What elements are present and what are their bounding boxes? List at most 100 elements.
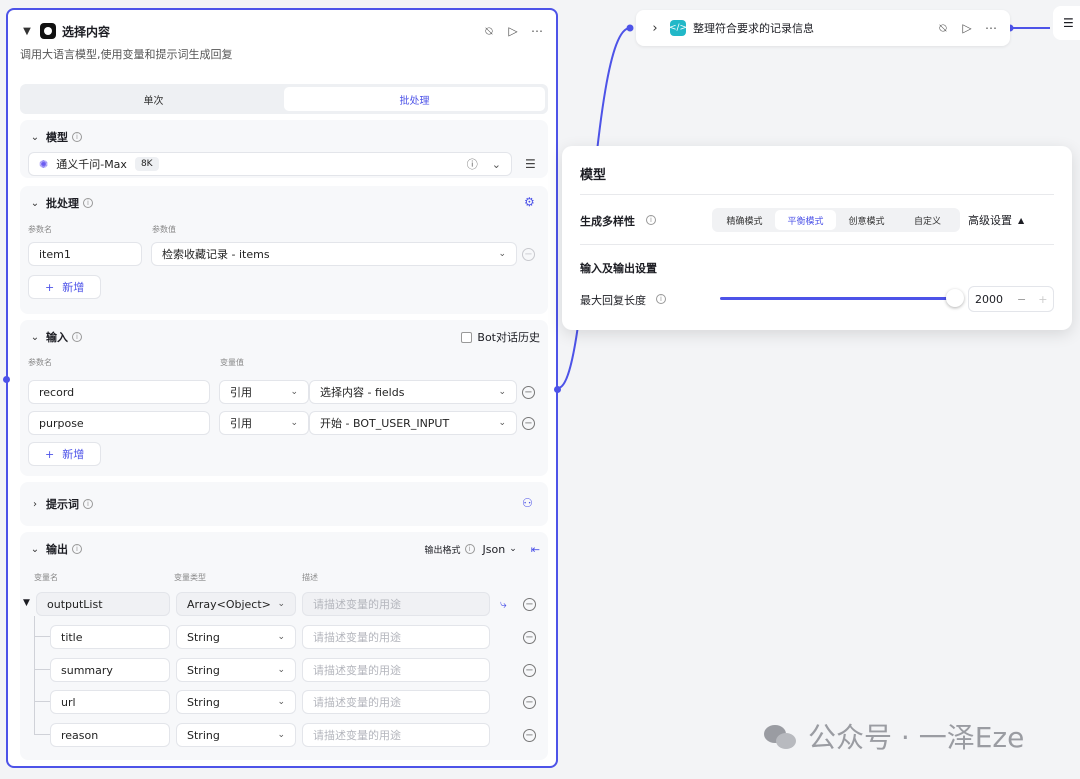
param-value-select[interactable]: 检索收藏记录 - items ⌄ <box>151 242 517 266</box>
add-param-button[interactable]: + 新增 <box>28 275 102 299</box>
more-icon[interactable]: ⋯ <box>530 24 544 39</box>
info-icon[interactable]: ⓘ <box>467 156 478 172</box>
output-root-desc[interactable]: 请描述变量的用途 <box>302 592 490 616</box>
max-length-value[interactable]: 2000 <box>975 293 1003 306</box>
plus-icon[interactable]: + <box>1038 293 1047 306</box>
mode-custom[interactable]: 自定义 <box>897 210 958 230</box>
collapse-chevron-icon[interactable]: ▼ <box>20 24 34 38</box>
chevron-down-icon[interactable]: ⌄ <box>28 542 42 556</box>
checkbox-icon[interactable] <box>461 331 473 343</box>
output-root-name[interactable]: outputList <box>36 592 170 616</box>
input-name-record[interactable]: record <box>28 380 210 404</box>
info-icon[interactable]: i <box>72 132 82 142</box>
ref-type-select[interactable]: 引用 ⌄ <box>219 411 309 435</box>
mode-creative[interactable]: 创意模式 <box>836 210 897 230</box>
mode-balanced[interactable]: 平衡模式 <box>775 210 836 230</box>
child-type-select[interactable]: String ⌄ <box>176 723 296 747</box>
chevron-down-icon[interactable]: ⌄ <box>28 196 42 210</box>
workflow-canvas[interactable]: ▼ 选择内容 ⍉ ▷ ⋯ 调用大语言模型,使用变量和提示词生成回复 单次 批处理… <box>0 0 1080 779</box>
chevron-down-icon[interactable]: ⌄ <box>28 130 42 144</box>
info-icon[interactable]: i <box>83 499 93 509</box>
model-section-header[interactable]: ⌄ 模型 i <box>28 128 540 146</box>
max-length-slider-track[interactable] <box>720 297 956 300</box>
child-name-title[interactable]: title <box>50 625 170 649</box>
input-name-purpose[interactable]: purpose <box>28 411 210 435</box>
add-input-button[interactable]: + 新增 <box>28 442 102 466</box>
remove-icon[interactable]: − <box>522 417 535 430</box>
model-select[interactable]: ✺ 通义千问-Max 8K ⓘ ⌄ <box>28 152 512 176</box>
max-length-slider-handle[interactable] <box>946 289 964 307</box>
input-port[interactable] <box>3 376 10 383</box>
info-icon[interactable]: i <box>72 332 82 342</box>
bell-off-icon[interactable]: ⍉ <box>482 24 496 39</box>
info-icon[interactable]: i <box>464 544 475 554</box>
remove-icon[interactable]: − <box>523 664 536 677</box>
param-name-input[interactable]: item1 <box>28 242 142 266</box>
more-icon[interactable]: ⋯ <box>984 21 998 36</box>
run-icon[interactable]: ▷ <box>506 24 520 39</box>
tab-single[interactable]: 单次 <box>23 87 284 111</box>
output-format-select[interactable]: Json ⌄ <box>483 543 517 556</box>
chevron-right-icon[interactable]: › <box>28 497 42 511</box>
add-child-icon[interactable]: ⤷ <box>500 597 507 612</box>
child-desc-input[interactable]: 请描述变量的用途 <box>302 690 490 714</box>
history-checkbox[interactable]: Bot对话历史 <box>461 329 540 345</box>
ref-value-select[interactable]: 选择内容 - fields ⌄ <box>309 380 517 404</box>
child-desc-input[interactable]: 请描述变量的用途 <box>302 658 490 682</box>
input-section-header[interactable]: ⌄ 输入 i Bot对话历史 <box>28 328 540 346</box>
remove-icon[interactable]: − <box>522 248 535 261</box>
remove-icon[interactable]: − <box>523 729 536 742</box>
child-type-select[interactable]: String ⌄ <box>176 658 296 682</box>
bell-off-icon[interactable]: ⍉ <box>936 21 950 36</box>
remove-icon[interactable]: − <box>523 631 536 644</box>
ref-value-select[interactable]: 开始 - BOT_USER_INPUT ⌄ <box>309 411 517 435</box>
type-text: String <box>187 695 220 709</box>
info-icon[interactable]: i <box>83 198 93 208</box>
child-type-select[interactable]: String ⌄ <box>176 690 296 714</box>
output-port[interactable] <box>554 386 561 393</box>
max-length-stepper[interactable]: 2000 − + <box>968 286 1054 312</box>
child-type-select[interactable]: String ⌄ <box>176 625 296 649</box>
prompt-section-header[interactable]: › 提示词 i <box>28 495 540 513</box>
node2-title[interactable]: 整理符合要求的记录信息 <box>693 20 814 36</box>
output-section-header[interactable]: ⌄ 输出 i 输出格式 i Json ⌄ ⇤ <box>28 540 540 558</box>
advanced-settings-toggle[interactable]: 高级设置 ▲ <box>968 212 1024 228</box>
watermark-text: 公众号 · 一泽Eze <box>808 721 1025 754</box>
tree-line <box>34 616 35 734</box>
node2-actions: ⍉ ▷ ⋯ <box>936 21 998 36</box>
code-node[interactable]: › </> 整理符合要求的记录信息 ⍉ ▷ ⋯ <box>636 10 1010 46</box>
tab-batch[interactable]: 批处理 <box>284 87 545 111</box>
chevron-right-icon[interactable]: › <box>648 21 662 36</box>
prompt-user-icon[interactable]: ⚇ <box>522 496 533 510</box>
info-icon[interactable]: i <box>656 294 666 304</box>
child-desc-input[interactable]: 请描述变量的用途 <box>302 625 490 649</box>
info-icon[interactable]: i <box>646 215 656 225</box>
chevron-down-icon[interactable]: ⌄ <box>28 330 42 344</box>
import-icon[interactable]: ⇤ <box>531 543 540 556</box>
mode-precise[interactable]: 精确模式 <box>714 210 775 230</box>
remove-icon[interactable]: − <box>522 386 535 399</box>
child-name-summary[interactable]: summary <box>50 658 170 682</box>
mode-tabs: 单次 批处理 <box>20 84 548 114</box>
child-name-reason[interactable]: reason <box>50 723 170 747</box>
add-label: 新增 <box>62 448 85 461</box>
gear-icon[interactable]: ⚙ <box>524 195 535 209</box>
minus-icon[interactable]: − <box>1017 293 1026 306</box>
output-section: ⌄ 输出 i 输出格式 i Json ⌄ ⇤ 变量名 变量类型 描述 ▼ out… <box>20 532 548 760</box>
child-desc-input[interactable]: 请描述变量的用途 <box>302 723 490 747</box>
info-icon[interactable]: i <box>72 544 82 554</box>
tree-line <box>34 669 50 670</box>
chevron-down-icon: ⌄ <box>290 387 298 397</box>
batch-section-header[interactable]: ⌄ 批处理 i <box>28 194 540 212</box>
node-title[interactable]: 选择内容 <box>62 23 110 40</box>
run-icon[interactable]: ▷ <box>960 21 974 36</box>
child-name-url[interactable]: url <box>50 690 170 714</box>
settings-sliders-icon[interactable]: ☰ <box>525 157 536 171</box>
remove-icon[interactable]: − <box>523 696 536 709</box>
llm-node[interactable]: ▼ 选择内容 ⍉ ▷ ⋯ 调用大语言模型,使用变量和提示词生成回复 单次 批处理… <box>3 8 561 768</box>
ref-type-select[interactable]: 引用 ⌄ <box>219 380 309 404</box>
remove-icon[interactable]: − <box>523 598 536 611</box>
tree-toggle-icon[interactable]: ▼ <box>23 598 30 608</box>
output-root-type[interactable]: Array<Object> ⌄ <box>176 592 296 616</box>
end-node[interactable]: ☰ <box>1053 6 1080 40</box>
